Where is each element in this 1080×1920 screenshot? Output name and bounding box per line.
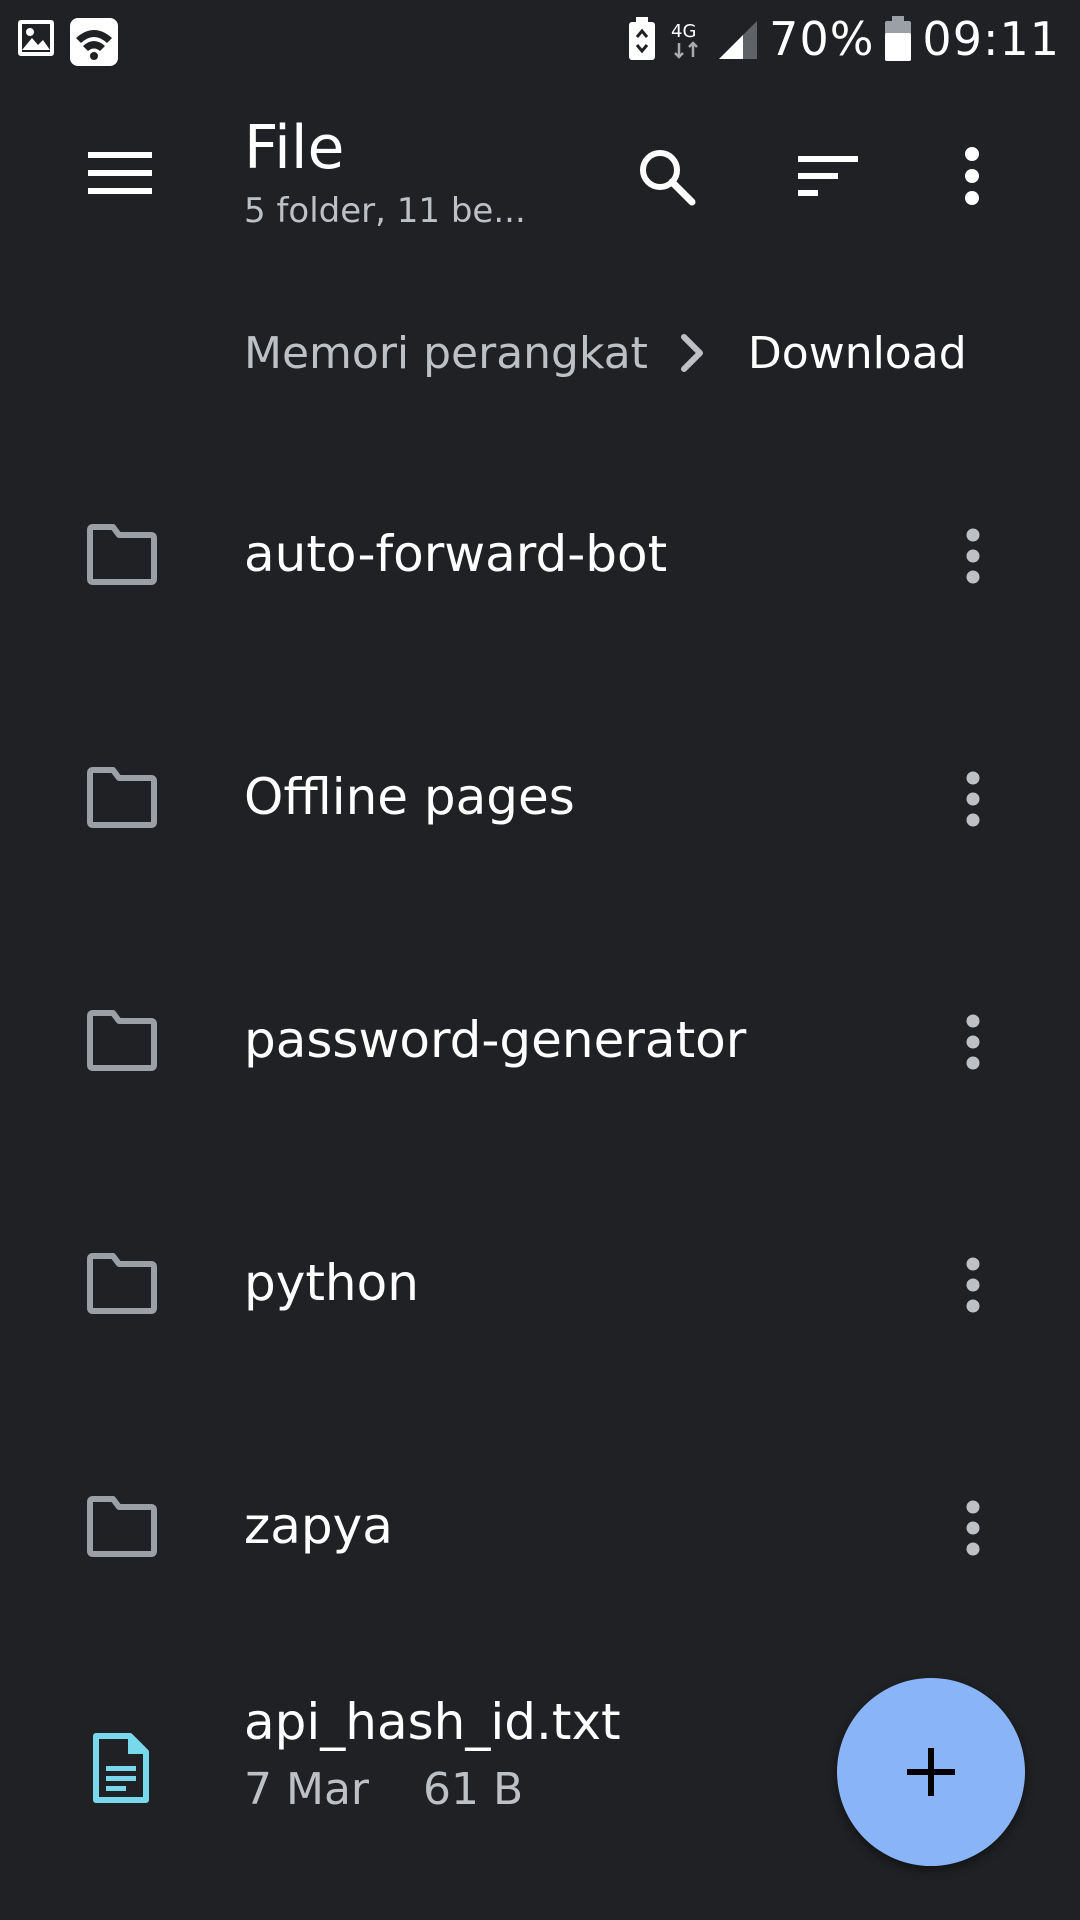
more-vert-icon [966, 528, 980, 584]
search-icon [640, 150, 696, 206]
search-button[interactable] [628, 138, 704, 214]
folder-icon [87, 1496, 157, 1557]
network-type-icon: 4G [667, 17, 707, 61]
file-list: auto-forward-bot Offline pages password-… [0, 434, 1080, 1649]
folder-name: password-generator [244, 1011, 747, 1069]
more-options-button[interactable] [934, 138, 1010, 214]
notification-icons [16, 18, 118, 66]
more-vert-icon [965, 147, 979, 205]
chevron-right-icon [678, 331, 706, 375]
folder-icon [87, 524, 157, 585]
file-manager-screen: 4G 70% 09:11 File 5 folder, 11 be... Mem… [0, 0, 1080, 1920]
page-title: File [244, 113, 345, 183]
svg-text:4G: 4G [671, 21, 696, 42]
text-file-icon [93, 1733, 149, 1803]
sort-button[interactable] [790, 138, 866, 214]
item-more-button[interactable] [950, 518, 996, 594]
signal-strength-icon [717, 17, 759, 61]
item-more-button[interactable] [950, 761, 996, 837]
status-bar: 4G 70% 09:11 [0, 0, 1080, 86]
breadcrumb-parent[interactable]: Memori perangkat [244, 328, 648, 379]
folder-icon [87, 1253, 157, 1314]
folder-name: auto-forward-bot [244, 525, 668, 583]
sort-icon [798, 156, 858, 196]
file-name: api_hash_id.txt [244, 1693, 621, 1751]
list-item-folder[interactable]: zapya [0, 1406, 1080, 1649]
list-item-folder[interactable]: python [0, 1163, 1080, 1406]
more-vert-icon [966, 1257, 980, 1313]
folder-icon [87, 1010, 157, 1071]
system-status: 4G 70% 09:11 [627, 12, 1060, 66]
file-size: 61 B [423, 1764, 524, 1815]
battery-saver-icon [627, 17, 657, 61]
navigation-menu-button[interactable] [88, 148, 152, 198]
battery-icon [884, 16, 912, 62]
more-vert-icon [966, 1014, 980, 1070]
add-fab-button[interactable] [837, 1678, 1025, 1866]
breadcrumb-current[interactable]: Download [748, 328, 967, 379]
more-vert-icon [966, 771, 980, 827]
battery-percent: 70% [769, 12, 875, 66]
file-meta: 7 Mar 61 B [244, 1762, 523, 1818]
title-block: File 5 folder, 11 be... [244, 112, 526, 234]
wifi-notification-icon [70, 18, 118, 66]
folder-name: python [244, 1254, 419, 1312]
app-bar: File 5 folder, 11 be... [0, 86, 1080, 266]
item-more-button[interactable] [950, 1490, 996, 1566]
folder-name: Offline pages [244, 768, 575, 826]
file-date: 7 Mar [244, 1764, 369, 1815]
item-more-button[interactable] [950, 1247, 996, 1323]
hamburger-menu-icon [88, 152, 152, 194]
breadcrumb: Memori perangkat Download [244, 318, 967, 388]
gallery-notification-icon [16, 18, 56, 66]
clock: 09:11 [922, 12, 1060, 66]
folder-icon [87, 767, 157, 828]
item-more-button[interactable] [950, 1004, 996, 1080]
list-item-folder[interactable]: password-generator [0, 920, 1080, 1163]
list-item-folder[interactable]: Offline pages [0, 677, 1080, 920]
list-item-folder[interactable]: auto-forward-bot [0, 434, 1080, 677]
page-subtitle: 5 folder, 11 be... [244, 191, 526, 231]
plus-icon [907, 1748, 955, 1796]
more-vert-icon [966, 1500, 980, 1556]
folder-name: zapya [244, 1497, 393, 1555]
